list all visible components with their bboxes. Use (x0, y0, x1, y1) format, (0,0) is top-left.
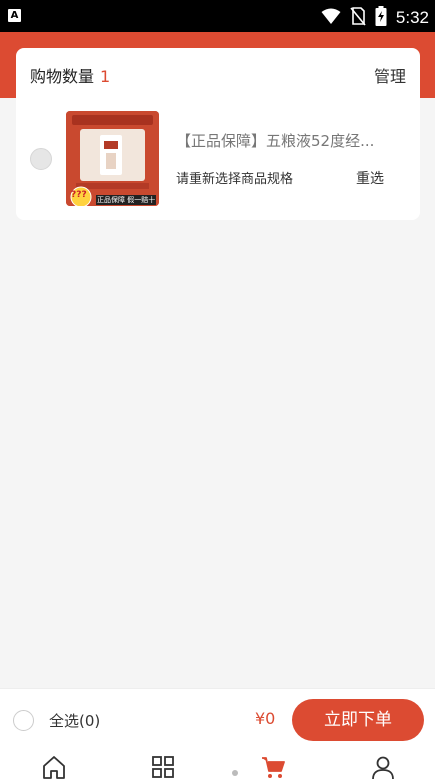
tab-profile[interactable] (368, 754, 398, 782)
checkout-bar: 全选(0) ¥0 立即下单 (0, 688, 435, 750)
app-notification-icon: A (8, 9, 21, 22)
tab-bar (0, 750, 435, 782)
item-spec-prompt: 请重新选择商品规格 (176, 172, 294, 187)
cart-card: 购物数量 1 管理 ??? 正品保障 假一赔十 【正品保障】五粮液52度经... … (16, 48, 420, 220)
status-bar: A 5:32 (0, 0, 435, 32)
category-icon (150, 754, 176, 782)
no-sim-icon (350, 6, 366, 30)
select-all-radio[interactable] (13, 710, 34, 731)
place-order-button[interactable]: 立即下单 (292, 699, 424, 741)
thumb-guarantee-caption: 正品保障 假一赔十 (97, 196, 156, 204)
select-all-label[interactable]: 全选(0) (49, 710, 100, 731)
tab-category[interactable] (148, 754, 178, 782)
cart-count-label: 购物数量 (30, 67, 95, 86)
battery-charging-icon (375, 6, 387, 30)
manage-button[interactable]: 管理 (374, 63, 406, 87)
wifi-icon (321, 7, 341, 29)
cart-count: 购物数量 1 (30, 63, 110, 87)
item-select-radio[interactable] (30, 148, 52, 170)
tab-indicator-dot (232, 770, 238, 776)
system-icons: 5:32 (321, 6, 429, 30)
total-price: ¥0 (255, 709, 276, 728)
reselect-button[interactable]: 重选 (356, 168, 384, 188)
cart-icon (260, 754, 286, 782)
clock: 5:32 (395, 8, 429, 27)
cart-count-value: 1 (100, 67, 111, 86)
home-icon (41, 754, 67, 782)
profile-icon (370, 754, 396, 782)
product-thumbnail[interactable]: ??? 正品保障 假一赔十 (66, 111, 159, 206)
tab-cart[interactable] (258, 754, 288, 782)
thumb-price-badge: ??? (71, 190, 87, 200)
tab-home[interactable] (39, 754, 69, 782)
item-title[interactable]: 【正品保障】五粮液52度经... (176, 130, 406, 151)
